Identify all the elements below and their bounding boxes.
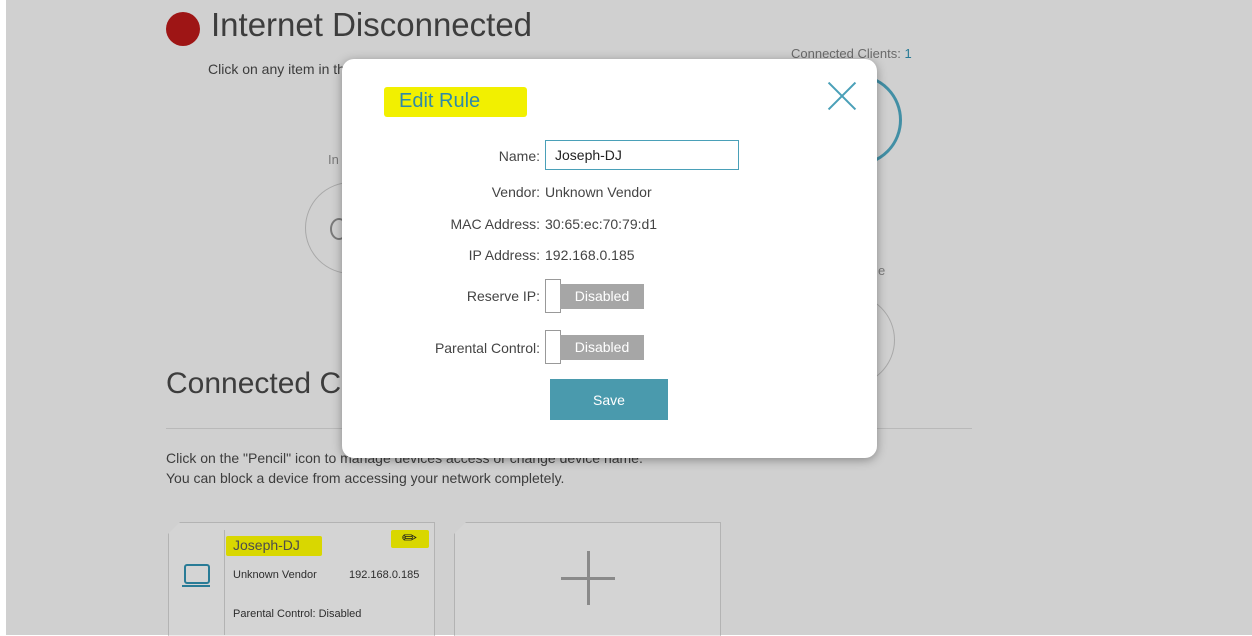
parental-control-state: Disabled <box>560 335 644 360</box>
parental-control-toggle[interactable]: Disabled <box>545 330 644 364</box>
toggle-knob <box>545 279 561 313</box>
reserve-ip-state: Disabled <box>560 284 644 309</box>
vendor-label: Vendor: <box>491 184 540 200</box>
vendor-value: Unknown Vendor <box>545 184 652 200</box>
ip-label: IP Address: <box>468 247 540 263</box>
ip-value: 192.168.0.185 <box>545 247 635 263</box>
toggle-knob <box>545 330 561 364</box>
save-button[interactable]: Save <box>550 379 668 420</box>
close-icon[interactable] <box>826 80 858 112</box>
reserve-ip-label: Reserve IP: <box>466 288 540 304</box>
mac-value: 30:65:ec:70:79:d1 <box>545 216 658 232</box>
parental-control-label: Parental Control: <box>434 340 540 356</box>
mac-label: MAC Address: <box>450 216 540 232</box>
dialog-title: Edit Rule <box>399 90 481 112</box>
name-input[interactable] <box>545 140 739 170</box>
name-label: Name: <box>498 148 540 164</box>
reserve-ip-toggle[interactable]: Disabled <box>545 279 644 313</box>
